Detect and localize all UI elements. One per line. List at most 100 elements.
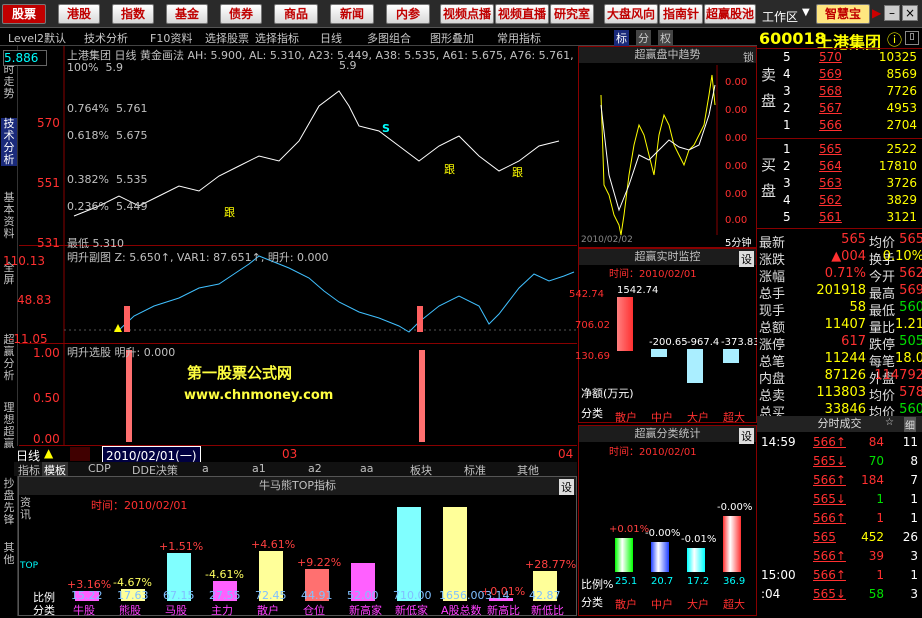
info-side-tab[interactable]: 资讯 [20, 497, 32, 521]
top-indicator-setting-button[interactable]: 设 [559, 479, 574, 495]
tech-analysis-menu[interactable]: 技术分析 [84, 30, 128, 46]
tab-aa[interactable]: aa [360, 462, 373, 475]
tab-a1[interactable]: a1 [252, 462, 266, 475]
menu-button-fund[interactable]: 基金 [166, 4, 208, 24]
realtime-cat-super: 超大 [723, 411, 745, 424]
watermark-url: www.chnmoney.com [184, 388, 334, 403]
y-label-551: 551 [37, 176, 60, 190]
class-bar-category: 大户 [687, 598, 709, 611]
realtime-cat-retail: 散户 [615, 411, 637, 424]
tab-chase[interactable]: 抄盘先锋 [1, 478, 17, 526]
star-icon[interactable]: ☆ [885, 417, 894, 428]
overlay-menu[interactable]: 图形叠加 [430, 30, 474, 46]
quote-value: ▲004 [831, 249, 866, 264]
menu-button-commodity[interactable]: 商品 [274, 4, 318, 24]
buy-level: 3 [783, 176, 791, 190]
sell-row[interactable]: 1 566 2704 [783, 118, 921, 135]
sell-row[interactable]: 3 568 7726 [783, 84, 921, 101]
top-bar-value: 3.14 [485, 589, 510, 602]
sub-chart-2[interactable]: 明升选股 明升: 0.000 1.00 0.50 0.00 第一股票公式网 ww… [19, 344, 577, 446]
dropdown-icon[interactable]: ▼ [802, 7, 812, 21]
sub-chart-1[interactable]: 明升副图 Z: 5.650↑, VAR1: 87.651↑, 明升: 0.000… [3, 246, 577, 346]
sell-row[interactable]: 5 570 10325 [783, 50, 921, 67]
tick-count: 3 [910, 549, 918, 563]
tab-tech-analysis[interactable]: 技术分析 [1, 118, 17, 166]
net-amount-label: 净额(万元) [581, 387, 634, 400]
expand-icon[interactable]: ▯ [905, 31, 919, 45]
f10-menu[interactable]: F10资料 [150, 30, 192, 46]
top-bar-value: 67.15 [163, 589, 195, 602]
buy-row[interactable]: 5 561 3121 [783, 210, 921, 227]
tab-mark[interactable]: 标 [614, 30, 629, 46]
realtime-monitor-setting[interactable]: 设 [739, 251, 754, 267]
menu-button-index[interactable]: 指数 [112, 4, 154, 24]
menu-button-video-live[interactable]: 视频直播 [495, 4, 549, 24]
select-stock-menu[interactable]: 选择股票 [205, 30, 249, 46]
minimize-icon[interactable]: – [884, 5, 900, 21]
buy-price: 561 [819, 210, 842, 224]
tab-a[interactable]: a [202, 462, 209, 475]
menu-button-bond[interactable]: 债券 [220, 4, 262, 24]
menu-button-insider[interactable]: 内参 [386, 4, 430, 24]
tick-row: 566↑ 1 1 [757, 511, 922, 530]
smart-treasure-button[interactable]: 智慧宝 [816, 4, 870, 24]
menu-button-market-wind[interactable]: 大盘风向 [604, 4, 658, 24]
buy-row[interactable]: 2 564 17810 [783, 159, 921, 176]
menu-button-video-demand[interactable]: 视频点播 [440, 4, 494, 24]
buy-row[interactable]: 4 562 3829 [783, 193, 921, 210]
info-icon[interactable]: ⓘ [887, 29, 902, 50]
detail-button[interactable]: 细 [904, 417, 916, 432]
level2-select[interactable]: Level2默认 [8, 30, 66, 46]
tick-volume: 70 [868, 454, 884, 468]
realtime-y-label-top: 542.74 [569, 289, 604, 300]
kline-panel[interactable]: 上港集团 日线 黄金画法 AH: 5.900, AL: 5.310, A23: … [3, 46, 615, 250]
trend-y-label: 0.00 [725, 215, 748, 226]
trend-y-label: 0.00 [725, 77, 748, 88]
flag-icon: ▶ [872, 6, 882, 20]
sub2-y-label-mid: 0.50 [33, 391, 60, 405]
workspace-label[interactable]: 工作区 [762, 8, 798, 25]
tab-basic-info[interactable]: 基本资料 [1, 192, 17, 240]
class-bar-2 [687, 548, 705, 572]
menu-button-news[interactable]: 新闻 [330, 4, 374, 24]
indicator-tabs: 指标 模板 CDP DDE决策 a a1 a2 aa 板块 标准 其他 [14, 462, 577, 478]
common-indicator-menu[interactable]: 常用指标 [497, 30, 541, 46]
select-indicator-menu[interactable]: 选择指标 [255, 30, 299, 46]
menu-button-stocks[interactable]: 股票 [2, 4, 46, 24]
class-bar-pct: +0.01% [609, 524, 650, 535]
stock-code: 600018 [759, 29, 826, 48]
high-label: 5.9 [339, 59, 357, 72]
date-scroll-left[interactable] [70, 447, 90, 461]
menu-button-compass[interactable]: 指南针 [659, 4, 703, 24]
classification-setting[interactable]: 设 [739, 428, 754, 444]
sell-row[interactable]: 4 569 8569 [783, 67, 921, 84]
tab-right[interactable]: 权 [658, 30, 673, 46]
tab-other-side[interactable]: 其他 [1, 542, 17, 566]
period-menu[interactable]: 日线 [320, 30, 342, 46]
lock-button[interactable]: 锁 [743, 49, 754, 65]
buy-row[interactable]: 1 565 2522 [783, 142, 921, 159]
quote-value: 114792 [874, 368, 922, 383]
tab-ideal-chaoying[interactable]: 理想超赢 [1, 402, 17, 450]
buy-row[interactable]: 3 563 3726 [783, 176, 921, 193]
menu-button-pool[interactable]: 超赢股池 [704, 4, 756, 24]
multi-chart-menu[interactable]: 多图组合 [367, 30, 411, 46]
top-side-tab[interactable]: TOP [20, 561, 38, 571]
quote-row: 内盘 87126 外盘 114792 [757, 368, 922, 387]
menu-button-hk[interactable]: 港股 [58, 4, 100, 24]
tab-a2[interactable]: a2 [308, 462, 322, 475]
quote-value: 11407 [824, 317, 866, 332]
menu-button-research[interactable]: 研究室 [550, 4, 594, 24]
buy-volume: 3726 [886, 176, 917, 190]
top-bar-value: 17.63 [117, 589, 149, 602]
tab-split[interactable]: 分 [636, 30, 651, 46]
sell-row[interactable]: 2 567 4953 [783, 101, 921, 118]
price-current-label: 5.886 [3, 50, 47, 66]
top-bar-value: 72.45 [255, 589, 287, 602]
close-icon[interactable]: × [902, 5, 918, 21]
ratio-percent-label: 比例% [581, 578, 614, 591]
tick-count: 1 [910, 511, 918, 525]
tick-count: 8 [910, 454, 918, 468]
sell-level: 1 [783, 118, 791, 132]
tab-cdp[interactable]: CDP [88, 462, 111, 475]
